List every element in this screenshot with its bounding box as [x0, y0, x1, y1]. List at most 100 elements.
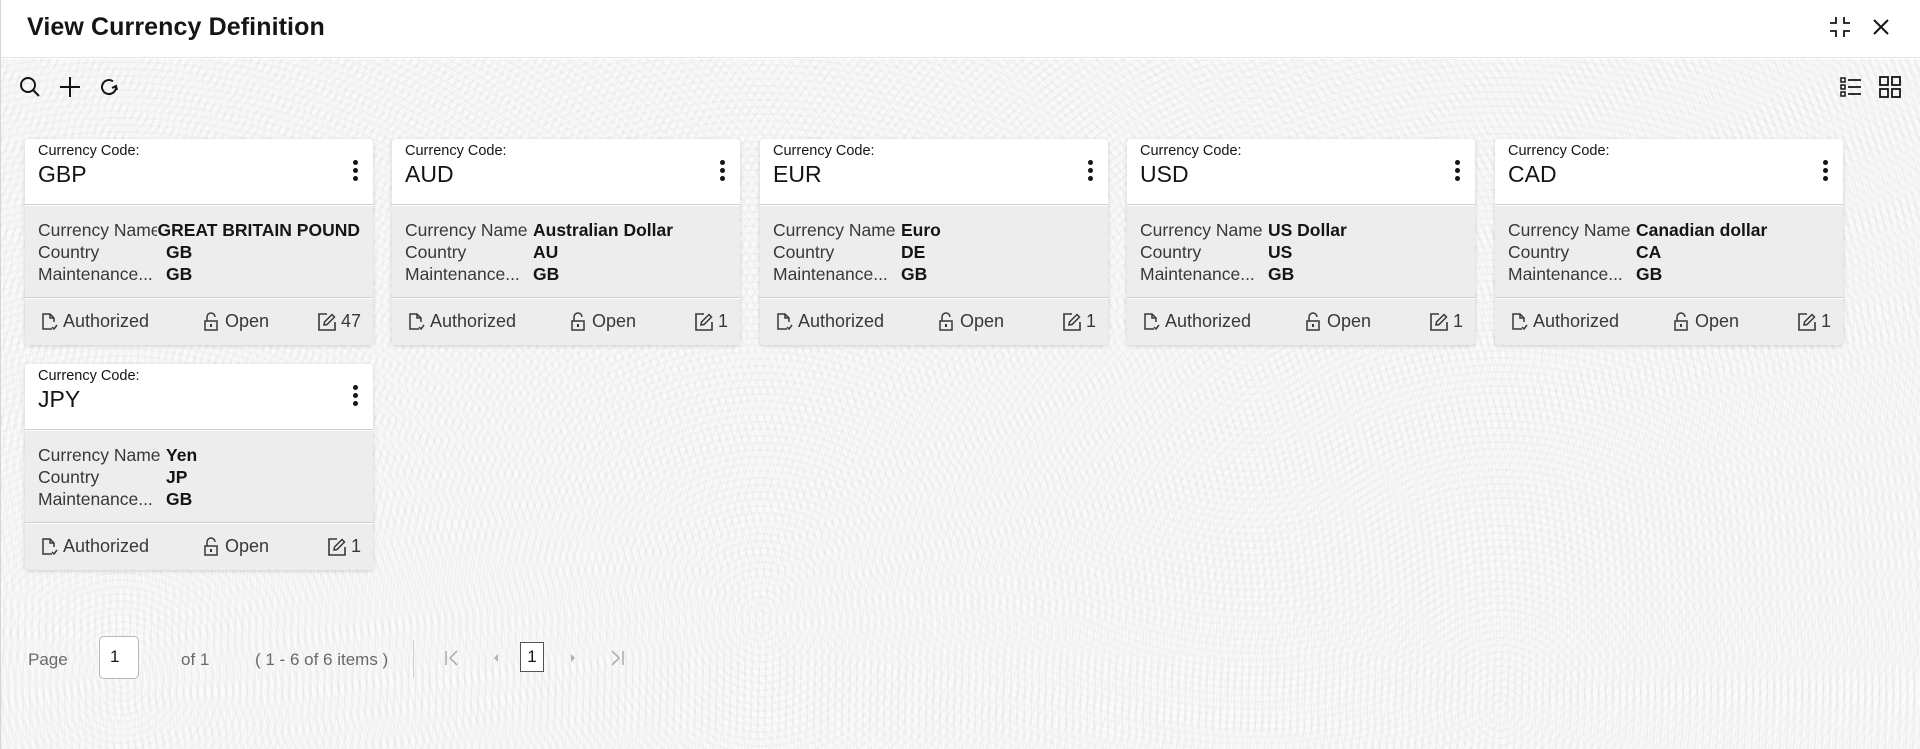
search-icon: [20, 77, 40, 97]
authorization-status[interactable]: Authorized: [406, 311, 516, 332]
record-status[interactable]: Open: [1303, 311, 1371, 332]
currency-name-row: Currency Name Canadian dollar: [1508, 219, 1830, 241]
authorized-document-icon: [42, 537, 58, 555]
add-button[interactable]: [57, 74, 83, 100]
authorization-status[interactable]: Authorized: [39, 311, 149, 332]
authorization-status[interactable]: Authorized: [1509, 311, 1619, 332]
currency-card-eur[interactable]: Currency Code: EUR Currency Name Euro Co…: [760, 139, 1108, 345]
card-footer: Authorized Open 1: [760, 299, 1108, 345]
collapse-button[interactable]: [1827, 14, 1853, 40]
currency-card-jpy[interactable]: Currency Code: JPY Currency Name Yen Cou…: [25, 364, 373, 570]
record-status[interactable]: Open: [201, 311, 269, 332]
record-status[interactable]: Open: [568, 311, 636, 332]
kebab-dot: [352, 385, 358, 390]
kebab-dot: [352, 401, 358, 406]
maintenance-label: Maintenance...: [1508, 264, 1623, 284]
next-page-button[interactable]: [562, 646, 584, 670]
country-label: Country: [1508, 242, 1570, 262]
currency-code-value: USD: [1140, 161, 1189, 187]
country-row: Country JP: [38, 466, 360, 488]
maintenance-value: GB: [166, 489, 193, 509]
currency-name-row: Currency Name Yen: [38, 444, 360, 466]
edit-icon: [1798, 312, 1816, 331]
currency-card-aud[interactable]: Currency Code: AUD Currency Name Austral…: [392, 139, 740, 345]
first-page-button[interactable]: [441, 646, 463, 670]
maintenance-value: GB: [901, 264, 928, 284]
country-value: US: [1268, 242, 1293, 262]
modification-count[interactable]: 1: [1062, 311, 1096, 332]
edit-icon: [318, 312, 336, 331]
unlock-icon: [939, 311, 953, 331]
card-footer: Authorized Open 1: [1127, 299, 1475, 345]
page-title: View Currency Definition: [27, 13, 325, 41]
kebab-dot: [352, 168, 358, 173]
maintenance-value: GB: [1268, 264, 1295, 284]
card-actions-menu[interactable]: [1449, 157, 1465, 187]
modification-count[interactable]: 1: [327, 536, 361, 557]
authorization-status[interactable]: Authorized: [39, 536, 149, 557]
unlock-icon: [204, 536, 218, 556]
close-icon: [1873, 19, 1889, 35]
country-label: Country: [1140, 242, 1202, 262]
currency-name-row: Currency Name Euro: [773, 219, 1095, 241]
card-actions-menu[interactable]: [1082, 157, 1098, 187]
previous-page-button[interactable]: [485, 646, 507, 670]
kebab-dot: [352, 393, 358, 398]
card-actions-menu[interactable]: [347, 157, 363, 187]
modification-count[interactable]: 1: [1429, 311, 1463, 332]
page-button-current[interactable]: 1: [520, 642, 544, 672]
card-footer: Authorized Open 1: [25, 524, 373, 570]
list-view-button[interactable]: [1838, 74, 1864, 100]
card-actions-menu[interactable]: [347, 382, 363, 412]
authorization-status-text: Authorized: [430, 311, 517, 331]
authorization-status[interactable]: Authorized: [774, 311, 884, 332]
card-body: Currency Name Yen Country JP Maintenance…: [25, 431, 373, 523]
country-row: Country CA: [1508, 241, 1830, 263]
modification-count-value: 1: [1820, 311, 1831, 331]
search-button[interactable]: [17, 74, 43, 100]
refresh-button[interactable]: [96, 74, 122, 100]
kebab-dot: [1454, 168, 1460, 173]
country-label: Country: [405, 242, 467, 262]
previous-page-icon: [494, 654, 498, 662]
card-header: Currency Code: EUR: [760, 139, 1108, 205]
tile-view-button[interactable]: [1877, 74, 1903, 100]
modification-count[interactable]: 1: [694, 311, 728, 332]
close-button[interactable]: [1868, 14, 1894, 40]
card-actions-menu[interactable]: [1817, 157, 1833, 187]
card-body: Currency Name Canadian dollar Country CA…: [1495, 206, 1843, 298]
card-header: Currency Code: GBP: [25, 139, 373, 205]
card-footer: Authorized Open 1: [392, 299, 740, 345]
record-status[interactable]: Open: [201, 536, 269, 557]
authorized-document-icon: [1144, 312, 1160, 330]
authorization-status[interactable]: Authorized: [1141, 311, 1251, 332]
record-status[interactable]: Open: [936, 311, 1004, 332]
country-label: Country: [38, 242, 100, 262]
pagination-divider: [413, 640, 414, 678]
currency-name-row: Currency Name US Dollar: [1140, 219, 1462, 241]
currency-name-label: Currency Name: [773, 220, 896, 240]
unlock-icon: [1674, 311, 1688, 331]
authorization-status-text: Authorized: [63, 311, 150, 331]
kebab-dot: [719, 176, 725, 181]
country-value: AU: [533, 242, 559, 262]
currency-card-usd[interactable]: Currency Code: USD Currency Name US Doll…: [1127, 139, 1475, 345]
country-row: Country DE: [773, 241, 1095, 263]
authorization-status-text: Authorized: [1165, 311, 1252, 331]
modification-count[interactable]: 47: [317, 311, 361, 332]
currency-code-value: CAD: [1508, 161, 1557, 187]
kebab-dot: [719, 168, 725, 173]
kebab-dot: [1822, 176, 1828, 181]
country-label: Country: [38, 467, 100, 487]
currency-card-cad[interactable]: Currency Code: CAD Currency Name Canadia…: [1495, 139, 1843, 345]
currency-code-value: GBP: [38, 161, 87, 187]
modification-count[interactable]: 1: [1797, 311, 1831, 332]
page-number-input[interactable]: 1: [99, 636, 139, 679]
last-page-button[interactable]: [606, 646, 628, 670]
card-actions-menu[interactable]: [714, 157, 730, 187]
record-status[interactable]: Open: [1671, 311, 1739, 332]
record-status-text: Open: [225, 311, 270, 331]
record-status-text: Open: [225, 536, 270, 556]
currency-card-gbp[interactable]: Currency Code: GBP Currency Name GREAT B…: [25, 139, 373, 345]
record-status-text: Open: [960, 311, 1005, 331]
